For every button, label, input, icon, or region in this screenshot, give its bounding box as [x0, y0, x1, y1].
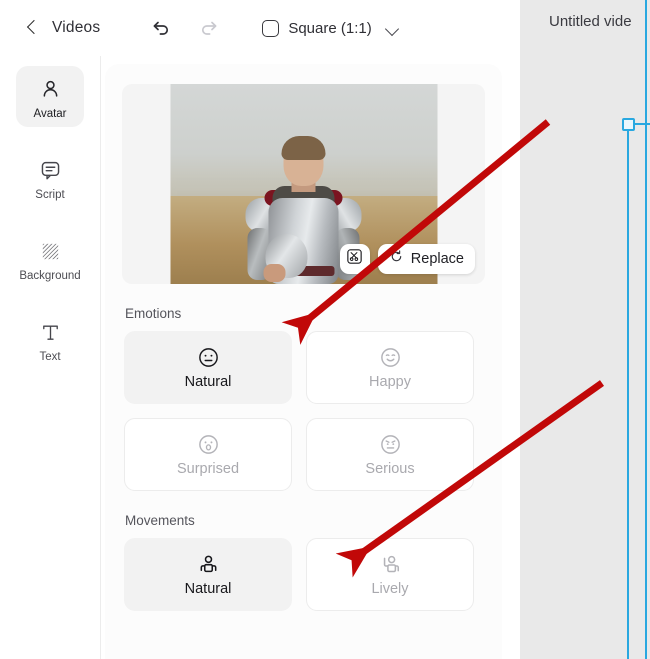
resize-handle[interactable] — [622, 118, 635, 131]
hatch-pattern-icon — [16, 238, 84, 264]
avatar-preview[interactable]: Replace — [122, 84, 485, 284]
emotion-label: Surprised — [176, 461, 240, 477]
emotion-label: Happy — [369, 374, 411, 390]
replace-label: Replace — [410, 251, 464, 267]
video-title: Untitled vide — [549, 13, 632, 30]
sidebar-item-label: Background — [19, 270, 81, 282]
movements-section-title: Movements — [125, 513, 195, 528]
movement-option-natural[interactable]: Natural — [124, 538, 292, 611]
scissors-icon — [346, 248, 363, 270]
movement-option-lively[interactable]: Lively — [306, 538, 474, 611]
editor-region: Videos Square (1:1) Avatar Script Backgr… — [0, 0, 520, 659]
sidebar-item-background[interactable]: Background — [16, 228, 84, 289]
top-toolbar: Videos Square (1:1) — [0, 0, 520, 56]
face-surprised-icon — [197, 432, 220, 456]
cut-button[interactable] — [339, 244, 370, 274]
speech-bubble-icon — [16, 157, 84, 183]
emotion-label: Natural — [184, 374, 232, 390]
text-t-icon — [16, 319, 84, 345]
replace-button[interactable]: Replace — [377, 244, 475, 274]
aspect-ratio-selector[interactable]: Square (1:1) — [262, 19, 399, 37]
face-serious-icon — [379, 432, 402, 456]
emotion-option-happy[interactable]: Happy — [306, 331, 474, 404]
hair — [281, 136, 326, 160]
back-to-videos-button[interactable]: Videos — [26, 19, 100, 37]
sidebar-item-script[interactable]: Script — [16, 147, 84, 208]
emotion-label: Serious — [365, 461, 415, 477]
hand — [263, 264, 286, 282]
sidebar-item-label: Avatar — [33, 108, 67, 120]
person-icon — [16, 76, 84, 102]
refresh-icon — [389, 249, 404, 269]
selection-left-edge — [627, 124, 629, 659]
emotion-option-serious[interactable]: Serious — [306, 418, 474, 491]
chevron-down-icon[interactable] — [385, 24, 399, 33]
square-ratio-icon — [262, 19, 280, 37]
movement-label: Lively — [371, 581, 409, 597]
movements-options: Natural Lively — [124, 538, 502, 611]
aspect-ratio-label: Square (1:1) — [288, 19, 372, 37]
canvas-stage: Untitled vide — [520, 0, 650, 659]
sidebar-item-label: Text — [39, 351, 61, 363]
selection-top-edge — [633, 123, 650, 125]
video-editor-screen: Videos Square (1:1) Avatar Script Backgr… — [0, 0, 650, 659]
movement-label: Natural — [184, 581, 232, 597]
emotions-section-title: Emotions — [125, 306, 182, 321]
redo-icon[interactable] — [198, 17, 220, 39]
emotions-options: Natural Happy Surprised Serious — [124, 331, 502, 491]
emotion-option-surprised[interactable]: Surprised — [124, 418, 292, 491]
sidebar-item-text[interactable]: Text — [16, 309, 84, 370]
emotion-option-natural[interactable]: Natural — [124, 331, 292, 404]
selection-right-edge — [645, 0, 647, 659]
undo-icon[interactable] — [150, 17, 172, 39]
avatar-settings-panel: Replace Emotions Natural Happy Surprised… — [105, 64, 502, 659]
back-label: Videos — [52, 19, 101, 36]
preview-actions: Replace — [339, 244, 475, 274]
face-smile-icon — [379, 345, 402, 369]
tool-rail: Avatar Script Background Text — [0, 56, 101, 659]
history-controls — [150, 17, 220, 39]
chevron-left-icon — [26, 21, 40, 35]
person-standing-icon — [197, 552, 220, 576]
sidebar-item-avatar[interactable]: Avatar — [16, 66, 84, 127]
sidebar-item-label: Script — [35, 189, 65, 201]
face-neutral-icon — [197, 345, 220, 369]
person-waving-icon — [379, 552, 402, 576]
